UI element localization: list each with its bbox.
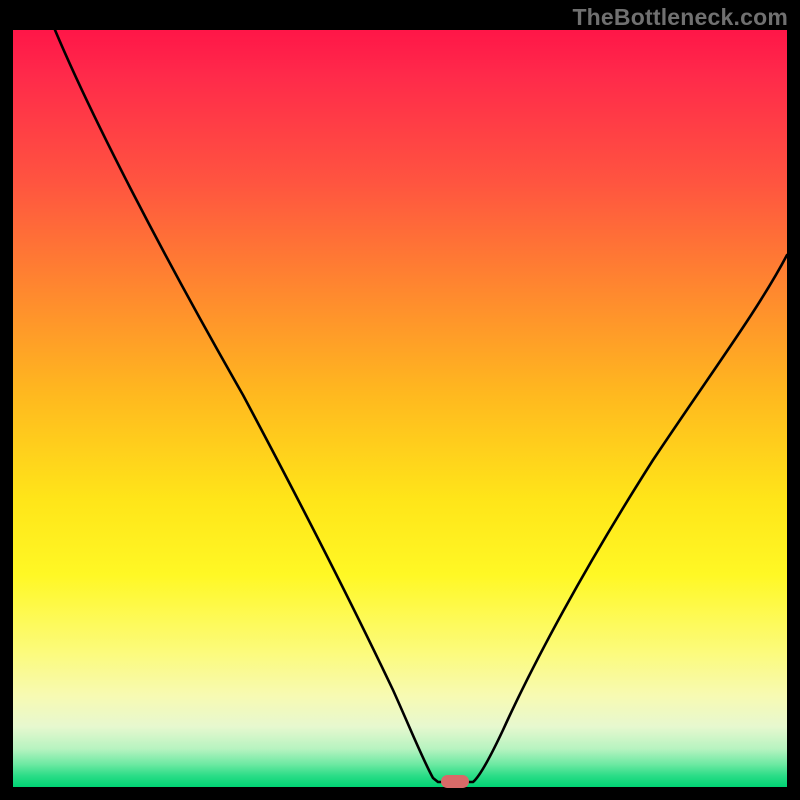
optimum-marker — [441, 775, 469, 788]
curve-path — [55, 30, 787, 782]
bottleneck-curve — [13, 30, 787, 787]
watermark-text: TheBottleneck.com — [572, 4, 788, 31]
chart-frame: TheBottleneck.com — [0, 0, 800, 800]
plot-area — [13, 30, 787, 787]
